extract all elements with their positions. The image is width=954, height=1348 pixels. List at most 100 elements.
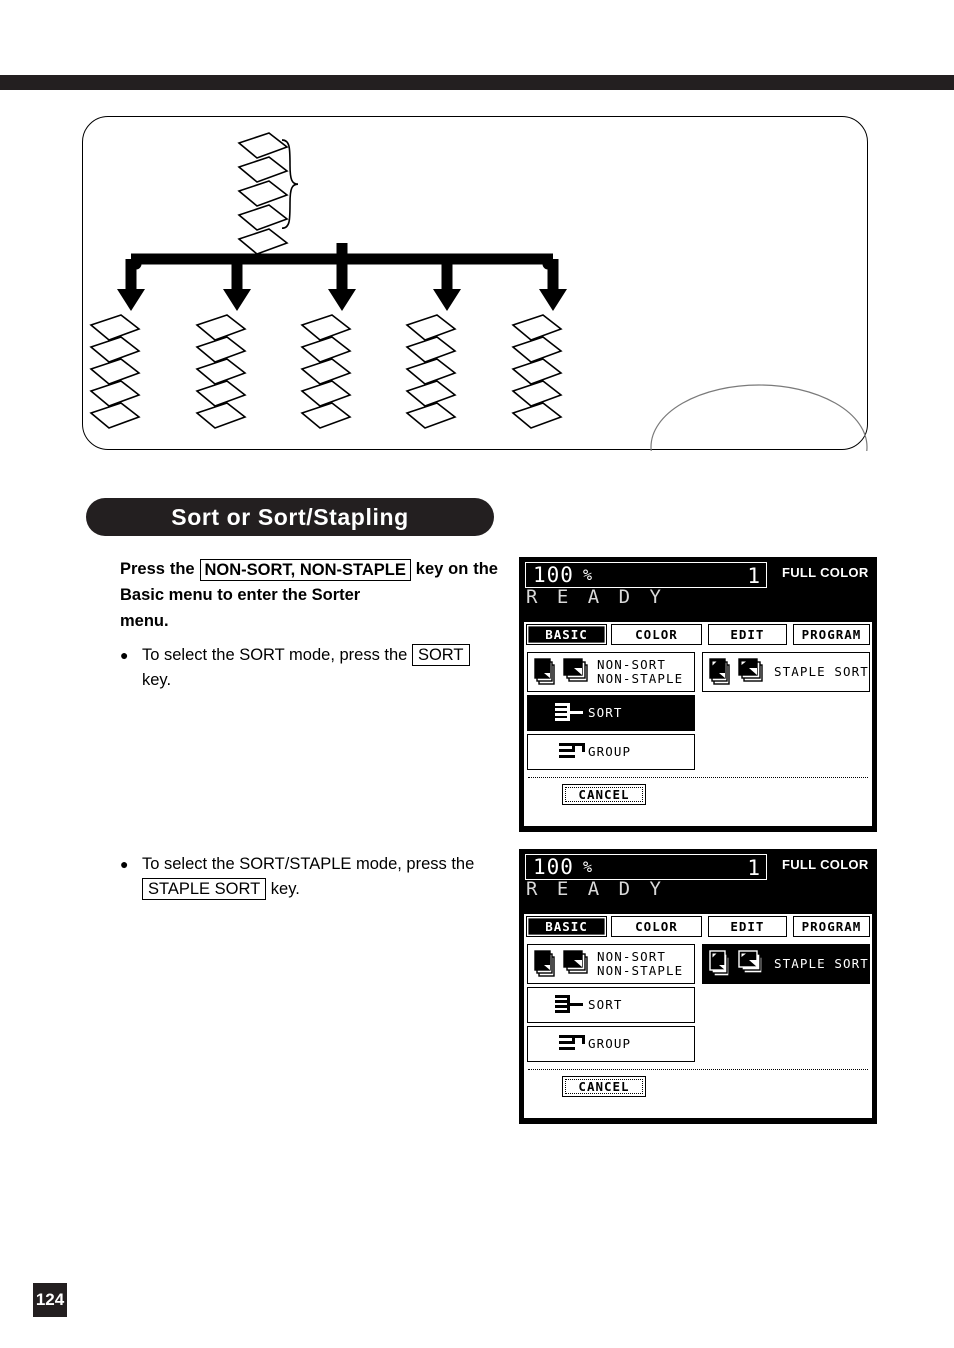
staple-sort-key-ref: STAPLE SORT bbox=[142, 878, 267, 900]
percent-sign: % bbox=[582, 858, 592, 876]
main-instruction: Press the NON-SORT, NON-STAPLE key on th… bbox=[120, 556, 498, 634]
bullet1-before: To select the SORT mode, press the bbox=[142, 646, 408, 664]
button-sort[interactable]: SORT bbox=[527, 987, 695, 1023]
tab-basic-label: BASIC bbox=[545, 919, 588, 934]
staple-sort-pages-icon bbox=[708, 657, 766, 687]
non-sort-pages-icon bbox=[533, 949, 591, 979]
bullet-item-staple-sort-row: ● To select the SORT/STAPLE mode, press … bbox=[120, 852, 510, 902]
staple-sort-pages-icon bbox=[708, 949, 766, 979]
zoom-ratio-box[interactable]: 100 % 1 bbox=[525, 854, 767, 880]
button-group-label: GROUP bbox=[588, 1036, 632, 1051]
bullet-dot-icon: ● bbox=[120, 647, 129, 663]
tab-program-label: PROGRAM bbox=[801, 919, 862, 934]
lcd-divider bbox=[528, 1069, 868, 1070]
status-message: R E A D Y bbox=[526, 878, 665, 900]
tab-color[interactable]: COLOR bbox=[611, 916, 702, 937]
tab-bar: BASIC COLOR EDIT PROGRAM bbox=[526, 916, 870, 939]
button-sort-label: SORT bbox=[588, 997, 623, 1012]
tab-edit[interactable]: EDIT bbox=[707, 624, 787, 645]
output-stack-1 bbox=[90, 314, 140, 429]
button-staple-sort-label: STAPLE SORT bbox=[774, 664, 869, 679]
bullet-item-sort: ● To select the SORT mode, press the SOR… bbox=[120, 643, 498, 693]
output-stack-5 bbox=[512, 314, 562, 429]
color-mode-label: FULL COLOR bbox=[782, 857, 869, 872]
zoom-ratio-box[interactable]: 100 % 1 bbox=[525, 562, 767, 588]
button-cancel-label: CANCEL bbox=[578, 1079, 630, 1094]
section-heading: Sort or Sort/Stapling bbox=[86, 498, 494, 536]
non-sort-non-staple-key-ref: NON-SORT, NON-STAPLE bbox=[199, 559, 411, 581]
status-message: R E A D Y bbox=[526, 586, 665, 608]
button-non-sort-non-staple[interactable]: NON-SORT NON-STAPLE bbox=[527, 944, 695, 984]
lcd-divider bbox=[528, 777, 868, 778]
page-number-badge: 124 bbox=[33, 1283, 67, 1317]
tab-program[interactable]: PROGRAM bbox=[792, 624, 870, 645]
tab-color-label: COLOR bbox=[635, 627, 678, 642]
group-icon bbox=[557, 1032, 591, 1056]
button-cancel-label: CANCEL bbox=[578, 787, 630, 802]
color-mode-label: FULL COLOR bbox=[782, 565, 869, 580]
bullet2-after: key. bbox=[270, 880, 300, 898]
lcd-body: BASIC COLOR EDIT PROGRAM NON-SORT NON-ST… bbox=[523, 913, 873, 1119]
tab-basic[interactable]: BASIC bbox=[526, 916, 608, 937]
button-sort-label: SORT bbox=[588, 705, 623, 720]
control-panel-screenshot-staple-sort[interactable]: 100 % 1 FULL COLOR R E A D Y BASIC COLOR… bbox=[519, 849, 877, 1124]
button-group[interactable]: GROUP bbox=[527, 734, 695, 770]
button-group[interactable]: GROUP bbox=[527, 1026, 695, 1062]
sort-distribution-diagram bbox=[90, 132, 868, 451]
output-stack-4 bbox=[406, 314, 456, 429]
bullet-item-sort-text: To select the SORT mode, press the SORT … bbox=[142, 643, 498, 693]
bullet1-after: key. bbox=[142, 671, 172, 689]
button-non-sort-non-staple-label: NON-SORT NON-STAPLE bbox=[597, 949, 684, 978]
section-heading-label: Sort or Sort/Stapling bbox=[171, 503, 409, 530]
sort-icon bbox=[553, 993, 587, 1017]
button-group-label: GROUP bbox=[588, 744, 632, 759]
bullet-item-staple-sort-text: To select the SORT/STAPLE mode, press th… bbox=[142, 852, 510, 902]
button-staple-sort[interactable]: STAPLE SORT bbox=[702, 944, 870, 984]
bullet2-before: To select the SORT/STAPLE mode, press th… bbox=[142, 855, 475, 873]
group-icon bbox=[557, 740, 591, 764]
non-sort-pages-icon bbox=[533, 657, 591, 687]
lcd-header: 100 % 1 FULL COLOR R E A D Y bbox=[520, 850, 876, 912]
distribution-arrows bbox=[117, 243, 567, 311]
button-staple-sort[interactable]: STAPLE SORT bbox=[702, 652, 870, 692]
percent-sign: % bbox=[582, 566, 592, 584]
instruction-text-block: Press the NON-SORT, NON-STAPLE key on th… bbox=[120, 556, 498, 693]
button-staple-sort-label: STAPLE SORT bbox=[774, 956, 869, 971]
tab-color[interactable]: COLOR bbox=[611, 624, 702, 645]
tab-edit-label: EDIT bbox=[730, 627, 765, 642]
tab-color-label: COLOR bbox=[635, 919, 678, 934]
button-non-sort-non-staple[interactable]: NON-SORT NON-STAPLE bbox=[527, 652, 695, 692]
brace-icon bbox=[281, 139, 299, 230]
sort-icon bbox=[553, 701, 587, 725]
lcd-body: BASIC COLOR EDIT PROGRAM NON-SORT NON-ST… bbox=[523, 621, 873, 827]
button-non-sort-non-staple-label: NON-SORT NON-STAPLE bbox=[597, 657, 684, 686]
tab-basic-label: BASIC bbox=[545, 627, 588, 642]
illustration-frame bbox=[82, 116, 868, 451]
bullet-item-staple-sort: ● To select the SORT/STAPLE mode, press … bbox=[120, 852, 510, 902]
tab-program[interactable]: PROGRAM bbox=[792, 916, 870, 937]
background-oval-artifact bbox=[650, 384, 868, 451]
lcd-header: 100 % 1 FULL COLOR R E A D Y bbox=[520, 558, 876, 620]
main-instruction-before: Press the bbox=[120, 560, 195, 578]
control-panel-screenshot-sort[interactable]: 100 % 1 FULL COLOR R E A D Y BASIC COLOR… bbox=[519, 557, 877, 832]
zoom-ratio-value: 100 bbox=[533, 563, 574, 587]
copy-count-value: 1 bbox=[747, 564, 760, 588]
tab-bar: BASIC COLOR EDIT PROGRAM bbox=[526, 624, 870, 647]
button-cancel[interactable]: CANCEL bbox=[562, 784, 646, 805]
source-stack bbox=[238, 132, 288, 255]
bullet-dot-icon: ● bbox=[120, 856, 129, 872]
tab-program-label: PROGRAM bbox=[801, 627, 862, 642]
main-instruction-lastline: menu. bbox=[120, 612, 169, 630]
page-number-label: 124 bbox=[35, 1290, 65, 1309]
tab-edit[interactable]: EDIT bbox=[707, 916, 787, 937]
zoom-ratio-value: 100 bbox=[533, 855, 574, 879]
output-stack-2 bbox=[196, 314, 246, 429]
button-sort[interactable]: SORT bbox=[527, 695, 695, 731]
output-stack-3 bbox=[301, 314, 351, 429]
tab-basic[interactable]: BASIC bbox=[526, 624, 608, 645]
tab-edit-label: EDIT bbox=[730, 919, 765, 934]
button-cancel[interactable]: CANCEL bbox=[562, 1076, 646, 1097]
sort-key-ref: SORT bbox=[411, 644, 470, 666]
page-top-rule bbox=[0, 75, 954, 90]
copy-count-value: 1 bbox=[747, 856, 760, 880]
